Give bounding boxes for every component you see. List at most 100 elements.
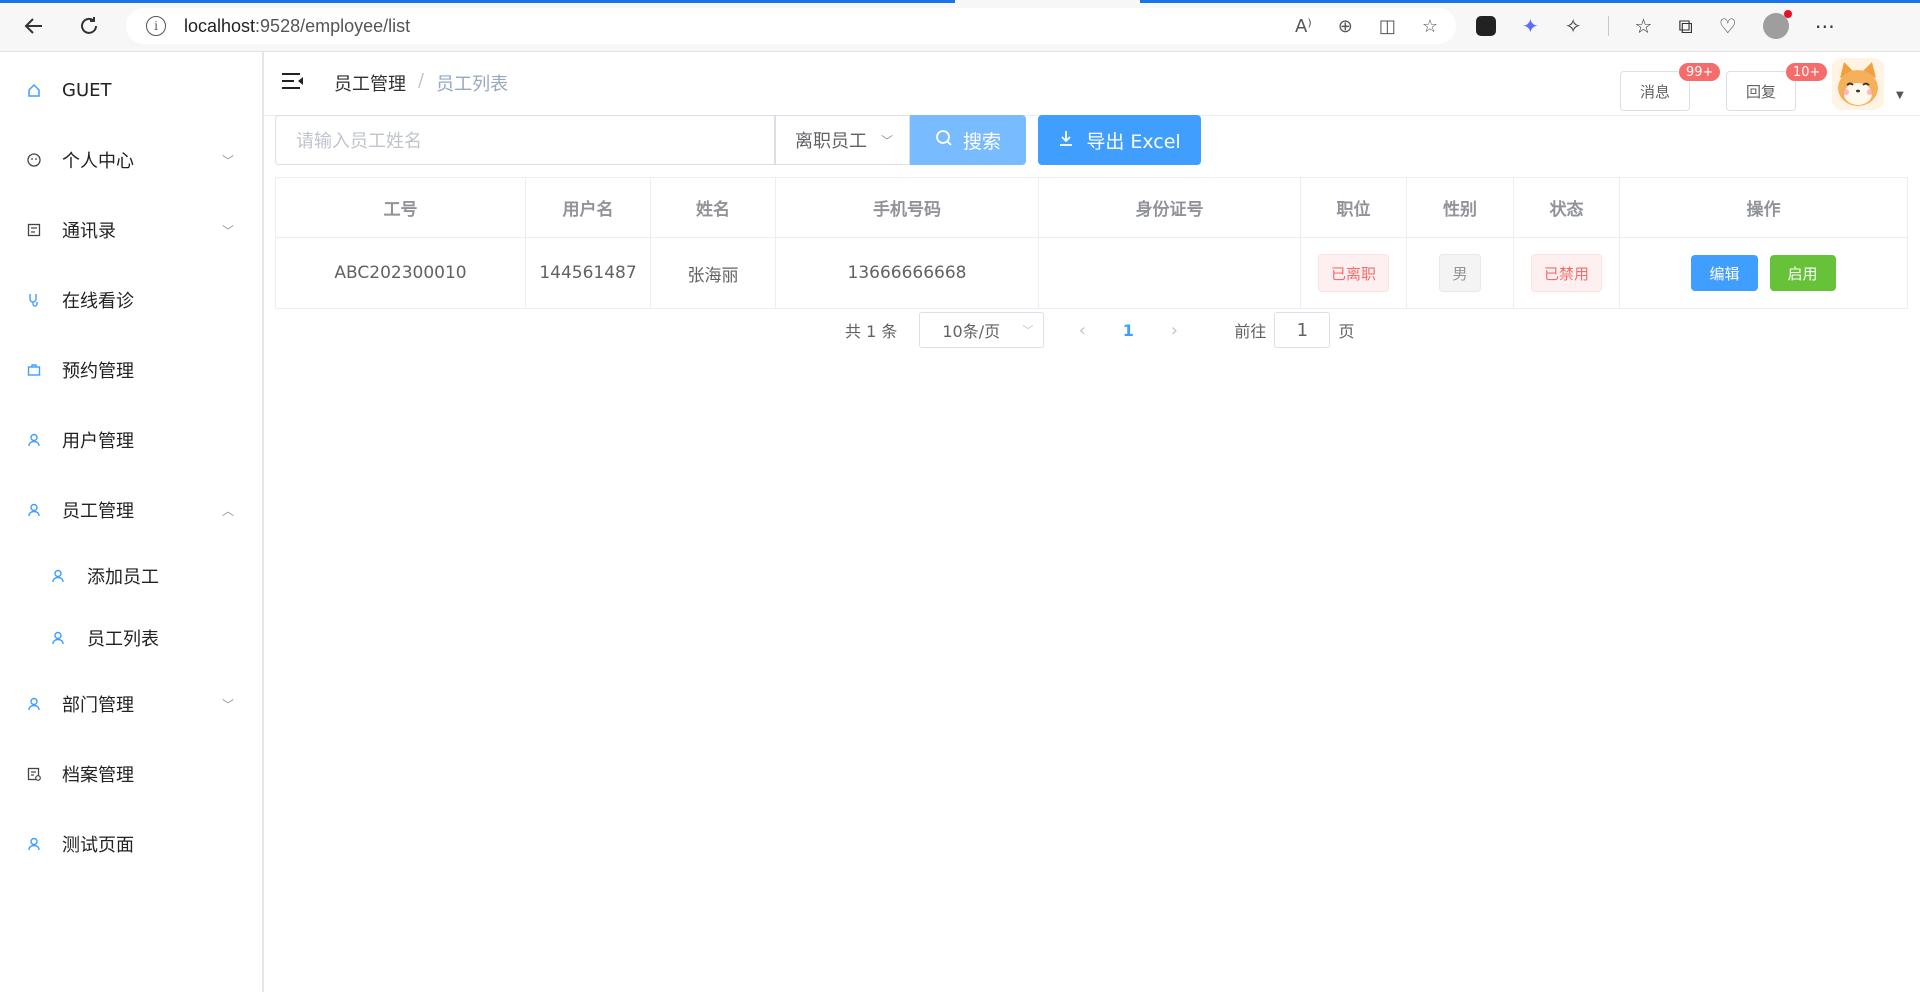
pagination-total: 共 1 条 <box>845 322 898 341</box>
sidebar-item-employee-list[interactable]: 员工列表 <box>0 610 262 666</box>
favorites-icon[interactable]: ☆ <box>1635 14 1653 38</box>
puzzle-icon[interactable]: ✧ <box>1565 14 1582 38</box>
employee-id-cell: ABC202300010 <box>276 238 526 308</box>
sidebar-item-online-consult[interactable]: 在线看诊 <box>0 272 262 328</box>
sidebar-item-department-management[interactable]: 部门管理 ﹀ <box>0 676 262 732</box>
search-placeholder: 请输入员工姓名 <box>296 131 422 152</box>
sidebar-item-label: 个人中心 <box>62 151 134 172</box>
next-page-icon[interactable]: › <box>1152 320 1196 341</box>
stethoscope-icon <box>26 292 42 308</box>
username-cell: 144561487 <box>526 238 651 308</box>
chevron-down-icon: ﹀ <box>1022 324 1034 337</box>
messages-label: 消息 <box>1639 82 1670 101</box>
export-excel-button[interactable]: 导出 Excel <box>1038 115 1201 165</box>
column-header: 姓名 <box>651 178 776 237</box>
sidebar-item-appointments[interactable]: 预约管理 <box>0 342 262 398</box>
browser-toolbar: i localhost:9528/employee/list A⁾ ⊕ ◫ ☆ … <box>0 0 1920 52</box>
extension-icon[interactable] <box>1476 16 1496 36</box>
more-icon[interactable]: ⋯ <box>1815 14 1835 38</box>
loading-indicator-right <box>1140 0 1920 3</box>
search-icon <box>935 129 953 152</box>
search-button-label: 搜索 <box>962 130 1001 153</box>
employee-name-search-input[interactable]: 请输入员工姓名 <box>275 115 775 165</box>
notification-dot <box>1783 10 1792 18</box>
add-favorite-icon[interactable]: ☆ <box>1422 16 1438 37</box>
user-icon <box>26 502 42 518</box>
column-header: 手机号码 <box>776 178 1039 237</box>
sidebar-item-add-employee[interactable]: 添加员工 <box>0 548 262 604</box>
sidebar-item-personal-center[interactable]: 个人中心 ﹀ <box>0 132 262 188</box>
back-icon[interactable] <box>18 10 50 42</box>
position-cell: 已离职 <box>1301 238 1407 308</box>
breadcrumb-item[interactable]: 员工管理 <box>334 70 406 96</box>
sidebar-item-contacts[interactable]: 通讯录 ﹀ <box>0 202 262 258</box>
read-aloud-icon[interactable]: A⁾ <box>1295 16 1312 37</box>
sidebar-item-label: GUET <box>62 79 112 101</box>
user-icon <box>26 432 42 448</box>
toolbar-divider <box>1607 16 1609 36</box>
refresh-icon[interactable] <box>73 10 105 42</box>
reply-label: 回复 <box>1745 82 1776 101</box>
page-size-value: 10条/页 <box>942 322 1001 341</box>
search-button[interactable]: 搜索 <box>910 115 1026 165</box>
sidebar-item-label: 在线看诊 <box>62 291 134 312</box>
status-tag: 已禁用 <box>1530 254 1602 292</box>
user-icon <box>50 568 66 584</box>
page-number-current[interactable]: 1 <box>1110 321 1146 340</box>
name-cell: 张海丽 <box>651 238 776 308</box>
bird-extension-icon[interactable]: ✦ <box>1522 14 1539 38</box>
briefcase-icon <box>26 362 42 378</box>
status-cell: 已禁用 <box>1514 238 1620 308</box>
sidebar-item-label: 用户管理 <box>62 431 134 452</box>
sidebar-item-guet[interactable]: GUET <box>0 62 262 118</box>
breadcrumb-separator: / <box>418 70 425 91</box>
chevron-up-icon: ︿ <box>221 503 234 518</box>
health-icon[interactable]: ♡ <box>1719 14 1737 38</box>
goto-label: 前往 <box>1234 322 1267 341</box>
table-header-row: 工号 用户名 姓名 手机号码 身份证号 职位 性别 状态 操作 <box>276 178 1907 238</box>
home-icon <box>26 82 42 98</box>
menu-toggle-icon[interactable] <box>282 71 304 91</box>
sidebar-item-test-page[interactable]: 测试页面 <box>0 816 262 872</box>
phone-cell: 13666666668 <box>776 238 1039 308</box>
column-header: 性别 <box>1407 178 1514 237</box>
caret-down-icon[interactable]: ▼ <box>1896 90 1904 101</box>
edit-button[interactable]: 编辑 <box>1691 255 1758 291</box>
column-header: 身份证号 <box>1039 178 1301 237</box>
position-tag: 已离职 <box>1317 254 1389 292</box>
select-value: 离职员工 <box>795 131 867 152</box>
zoom-icon[interactable]: ⊕ <box>1338 16 1353 37</box>
sidebar-item-label: 部门管理 <box>62 695 134 716</box>
employee-status-select[interactable]: 离职员工 ﹀ <box>775 115 910 165</box>
employee-table: 工号 用户名 姓名 手机号码 身份证号 职位 性别 状态 操作 ABC20230… <box>275 177 1908 309</box>
sidebar-item-user-management[interactable]: 用户管理 <box>0 412 262 468</box>
table-row: ABC202300010 144561487 张海丽 13666666668 已… <box>276 238 1907 308</box>
column-header: 状态 <box>1514 178 1620 237</box>
user-icon <box>50 630 66 646</box>
chevron-down-icon: ﹀ <box>221 697 234 712</box>
messages-button[interactable]: 消息 99+ <box>1620 62 1722 111</box>
archive-icon <box>26 766 42 782</box>
loading-indicator <box>0 0 955 3</box>
breadcrumb-current: 员工列表 <box>436 74 509 95</box>
page-size-select[interactable]: 10条/页 ﹀ <box>919 312 1045 348</box>
user-avatar[interactable] <box>1832 58 1884 110</box>
url-host: localhost <box>184 15 256 36</box>
pagination: 共 1 条 10条/页 ﹀ ‹ 1 › 前往 1 页 <box>845 312 1354 348</box>
profile-avatar[interactable] <box>1762 10 1792 39</box>
reply-button[interactable]: 回复 10+ <box>1726 62 1829 111</box>
enable-button[interactable]: 启用 <box>1769 255 1836 291</box>
column-header: 操作 <box>1746 200 1781 220</box>
column-header: 职位 <box>1301 178 1407 237</box>
prev-page-icon[interactable]: ‹ <box>1060 320 1104 341</box>
sidebar-item-employee-management[interactable]: 员工管理 ︿ <box>0 482 262 538</box>
goto-page-input[interactable]: 1 <box>1274 312 1331 348</box>
address-bar[interactable]: i localhost:9528/employee/list A⁾ ⊕ ◫ ☆ <box>126 8 1456 44</box>
gender-tag: 男 <box>1439 254 1481 292</box>
idcard-cell <box>1039 238 1301 308</box>
app-header: 员工管理 / 员工列表 消息 99+ 回复 10+ ▼ <box>264 52 1920 116</box>
site-info-icon[interactable]: i <box>146 16 166 36</box>
split-screen-icon[interactable]: ◫ <box>1379 16 1396 37</box>
collections-icon[interactable]: ⧉ <box>1678 14 1692 38</box>
sidebar-item-archive-management[interactable]: 档案管理 <box>0 746 262 802</box>
